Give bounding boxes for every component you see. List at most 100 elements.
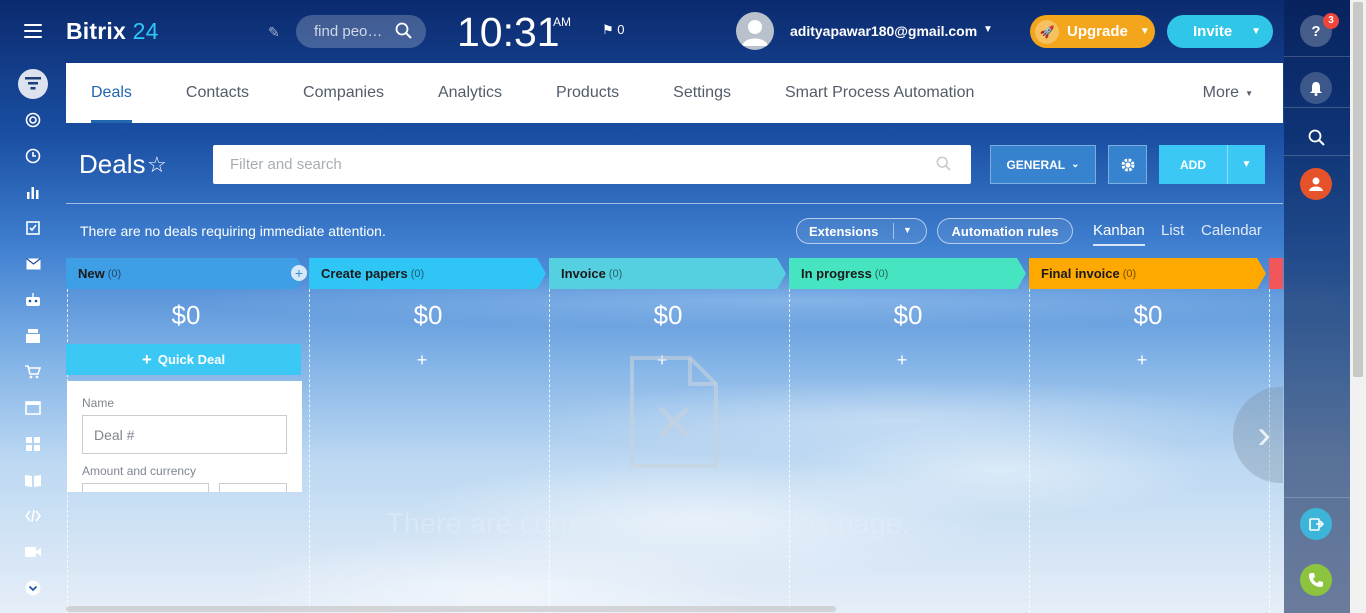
open-lines-icon[interactable] xyxy=(1300,508,1332,540)
cart-icon[interactable] xyxy=(18,357,48,387)
stage-header-create-papers[interactable]: Create papers (0) xyxy=(309,258,546,289)
add-deal-plus-icon[interactable]: + xyxy=(1022,350,1262,371)
tab-deals[interactable]: Deals xyxy=(91,63,132,123)
clock-icon[interactable] xyxy=(18,141,48,171)
tab-settings[interactable]: Settings xyxy=(673,63,731,123)
upgrade-button[interactable]: 🚀 Upgrade ▼ xyxy=(1030,15,1155,48)
quick-deal-button[interactable]: + Quick Deal xyxy=(66,344,301,375)
stage-header-in-progress[interactable]: In progress (0) xyxy=(789,258,1026,289)
stage-count: (0) xyxy=(410,267,425,280)
knowledge-base-icon[interactable] xyxy=(18,465,48,495)
add-label: ADD xyxy=(1180,157,1206,172)
chevron-down-icon: ▼ xyxy=(1245,88,1253,98)
scrollbar-thumb[interactable] xyxy=(1353,2,1363,377)
currency-select[interactable] xyxy=(219,483,287,492)
rail-divider xyxy=(1284,497,1350,498)
stage-amount: $0 xyxy=(413,300,443,330)
add-deal-plus-icon[interactable]: + xyxy=(782,350,1022,371)
crm-funnel-icon[interactable] xyxy=(18,69,48,99)
amount-input[interactable] xyxy=(82,483,209,492)
deal-name-input[interactable]: Deal # xyxy=(82,415,287,454)
stage-header-invoice[interactable]: Invoice (0) xyxy=(549,258,786,289)
invite-button[interactable]: Invite ▼ xyxy=(1167,15,1273,48)
add-stage-icon[interactable]: + xyxy=(291,265,307,281)
brand-number: 24 xyxy=(132,18,159,44)
chevron-down-icon[interactable]: ▼ xyxy=(1251,26,1261,37)
extensions-button[interactable]: Extensions ▼ xyxy=(796,218,927,244)
more-label: More xyxy=(1202,84,1240,101)
add-deal-plus-icon[interactable]: + xyxy=(302,350,542,371)
tab-contacts[interactable]: Contacts xyxy=(186,63,249,123)
developer-icon[interactable] xyxy=(18,501,48,531)
sites-icon[interactable] xyxy=(18,393,48,423)
filter-search-input[interactable]: Filter and search xyxy=(213,145,971,184)
target-icon[interactable] xyxy=(18,105,48,135)
analytics-icon[interactable] xyxy=(18,177,48,207)
robot-icon[interactable] xyxy=(18,285,48,315)
tab-products[interactable]: Products xyxy=(556,63,619,123)
rail-divider xyxy=(1284,107,1350,108)
search-placeholder: find peo… xyxy=(314,23,383,40)
clock[interactable]: 10:31 AM xyxy=(457,9,571,56)
menu-icon[interactable] xyxy=(24,24,42,38)
scroll-right-arrow-icon[interactable]: › xyxy=(1233,387,1283,483)
video-icon[interactable] xyxy=(18,537,48,567)
chevron-down-icon[interactable]: ▼ xyxy=(903,225,912,235)
chevron-down-icon[interactable]: ▼ xyxy=(1228,159,1265,170)
flag-counter[interactable]: ⚑ 0 xyxy=(602,22,625,38)
amount-label: Amount and currency xyxy=(82,464,197,478)
user-avatar[interactable] xyxy=(736,12,774,50)
store-icon[interactable] xyxy=(18,321,48,351)
search-icon[interactable] xyxy=(936,156,951,175)
clock-time: 10:31 xyxy=(457,9,560,55)
view-kanban[interactable]: Kanban xyxy=(1093,222,1145,246)
view-calendar[interactable]: Calendar xyxy=(1201,222,1262,239)
add-button[interactable]: ADD ▼ xyxy=(1159,145,1265,184)
stage-count: (0) xyxy=(874,267,889,280)
brand-logo[interactable]: Bitrix 24 xyxy=(66,18,159,45)
general-label: GENERAL xyxy=(1006,157,1066,172)
apps-icon[interactable] xyxy=(18,429,48,459)
settings-gear-button[interactable] xyxy=(1108,145,1147,184)
contact-avatar-icon[interactable] xyxy=(1300,168,1332,200)
mail-icon[interactable] xyxy=(18,249,48,279)
invite-label: Invite xyxy=(1193,23,1233,40)
help-label: ? xyxy=(1311,22,1321,40)
vertical-scrollbar[interactable] xyxy=(1350,0,1366,613)
stage-header-new[interactable]: New (0) xyxy=(66,258,306,289)
stage-amount: $0 xyxy=(653,300,683,330)
rocket-icon: 🚀 xyxy=(1035,19,1059,44)
flag-count: 0 xyxy=(617,22,625,37)
help-badge: 3 xyxy=(1323,13,1339,29)
stage-header-final-invoice[interactable]: Final invoice (0) xyxy=(1029,258,1266,289)
horizontal-scrollbar[interactable] xyxy=(66,606,836,612)
automation-rules-button[interactable]: Automation rules xyxy=(937,218,1073,244)
phone-icon[interactable] xyxy=(1300,564,1332,596)
tab-analytics[interactable]: Analytics xyxy=(438,63,502,123)
clock-ampm: AM xyxy=(553,15,571,29)
people-search-input[interactable]: find peo… xyxy=(296,15,426,48)
crm-tab-bar: Deals Contacts Companies Analytics Produ… xyxy=(66,63,1283,123)
search-icon[interactable] xyxy=(1300,121,1332,153)
bell-icon[interactable] xyxy=(1300,72,1332,104)
brand-name: Bitrix xyxy=(66,18,126,44)
quick-deal-form: Name Deal # Amount and currency xyxy=(67,381,302,492)
tab-companies[interactable]: Companies xyxy=(303,63,384,123)
more-tabs-button[interactable]: More ▼ xyxy=(1203,63,1253,123)
more-chevron-icon[interactable] xyxy=(18,573,48,603)
view-list[interactable]: List xyxy=(1161,222,1184,239)
stage-amount: $0 xyxy=(1133,300,1163,330)
pipeline-select-button[interactable]: GENERAL ⌄ xyxy=(990,145,1096,184)
user-email[interactable]: adityapawar180@gmail.com xyxy=(790,23,977,39)
extensions-label: Extensions xyxy=(809,223,879,239)
filter-placeholder: Filter and search xyxy=(230,156,342,173)
user-menu-caret-icon[interactable]: ▼ xyxy=(983,24,993,35)
stage-header-next[interactable] xyxy=(1269,258,1283,289)
tasks-icon[interactable] xyxy=(18,213,48,243)
search-icon[interactable] xyxy=(395,22,412,43)
page-title: Deals xyxy=(79,149,146,179)
tab-smart-process-automation[interactable]: Smart Process Automation xyxy=(785,63,974,123)
favorite-star-icon[interactable]: ☆ xyxy=(147,152,167,178)
rail-divider xyxy=(1284,56,1350,57)
edit-pencil-icon[interactable]: ✎ xyxy=(268,24,280,41)
